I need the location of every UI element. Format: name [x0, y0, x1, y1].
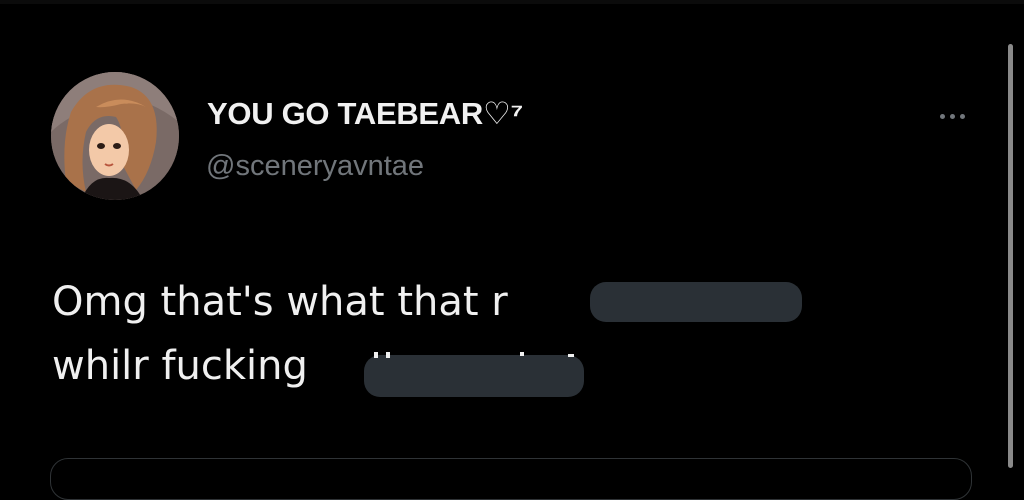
glyph-fragment [568, 354, 574, 357]
redaction-bar [590, 282, 802, 322]
tweet-line-1: Omg that's what that r aid [52, 279, 747, 325]
glyph-fragment [386, 352, 390, 358]
display-name[interactable]: YOU GO TAEBEAR♡⁷ [207, 96, 523, 132]
user-handle[interactable]: @sceneryavntae [206, 150, 424, 183]
dot-icon [949, 113, 955, 119]
dot-icon [939, 113, 945, 119]
dot-icon [959, 113, 965, 119]
glyph-fragment [374, 352, 378, 358]
user-avatar[interactable] [51, 72, 179, 200]
avatar-illustration [51, 72, 179, 200]
more-options-icon[interactable] [930, 106, 974, 126]
glyph-fragment [520, 352, 524, 356]
bottom-card-edge [50, 458, 972, 500]
previous-content-edge [0, 0, 1024, 4]
scrollbar[interactable] [1008, 44, 1013, 468]
redaction-bar [364, 355, 584, 397]
